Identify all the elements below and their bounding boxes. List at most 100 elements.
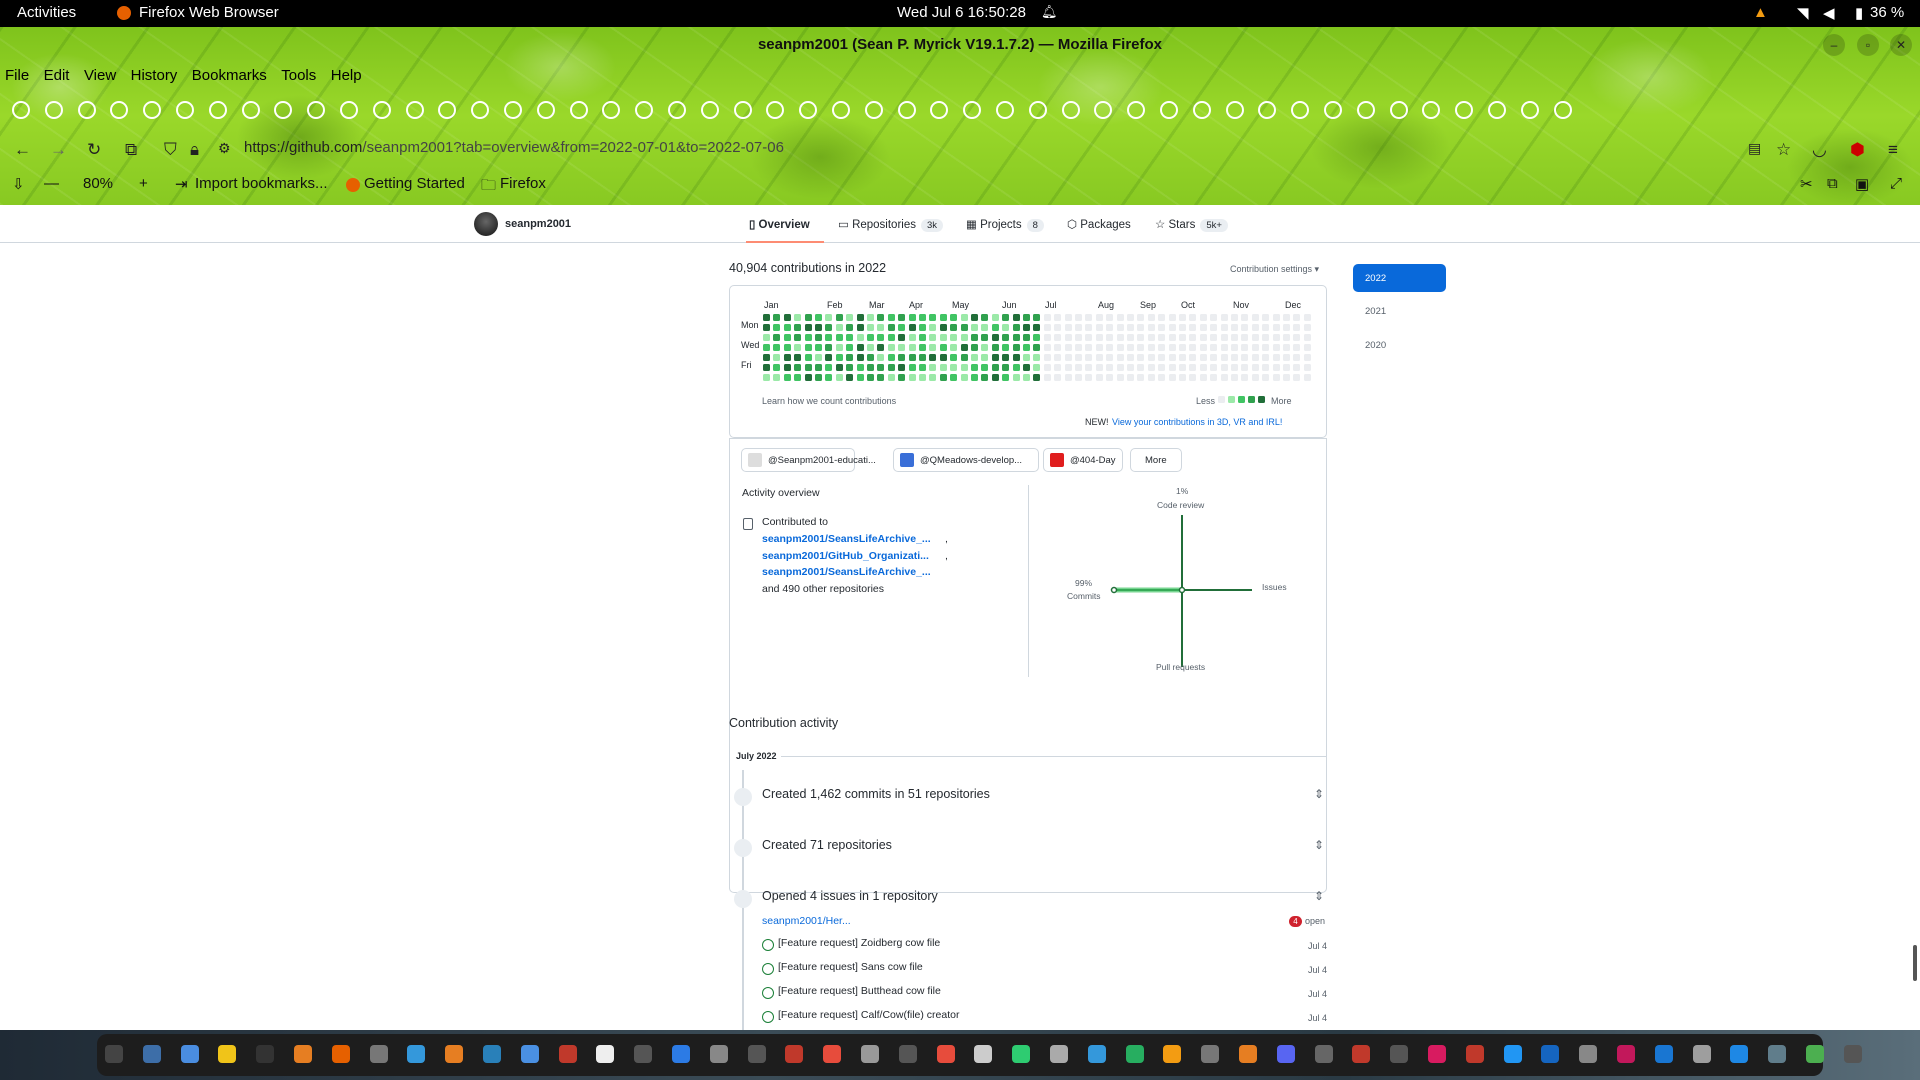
- calendar-day[interactable]: [825, 344, 833, 351]
- calendar-day[interactable]: [1241, 364, 1249, 371]
- calendar-day[interactable]: [1116, 334, 1124, 341]
- dock-app-icon[interactable]: [898, 1045, 917, 1063]
- dock-app-icon[interactable]: [1352, 1045, 1371, 1063]
- calendar-day[interactable]: [1168, 334, 1176, 341]
- calendar-day[interactable]: [929, 354, 937, 361]
- calendar-day[interactable]: [1251, 354, 1259, 361]
- calendar-day[interactable]: [1023, 374, 1030, 381]
- url-bar[interactable]: https://github.com/seanpm2001?tab=overvi…: [244, 139, 784, 156]
- calendar-day[interactable]: [1189, 324, 1197, 331]
- pinned-tab-icon[interactable]: [208, 101, 227, 119]
- dock-app-icon[interactable]: [1730, 1045, 1749, 1063]
- calendar-day[interactable]: [929, 364, 937, 371]
- pinned-tab-icon[interactable]: [1160, 101, 1178, 119]
- calendar-day[interactable]: [1303, 314, 1311, 321]
- calendar-day[interactable]: [1054, 344, 1062, 351]
- calendar-day[interactable]: [1106, 364, 1114, 371]
- calendar-day[interactable]: [1064, 334, 1072, 341]
- menu-view[interactable]: View: [84, 63, 116, 84]
- calendar-day[interactable]: [1106, 354, 1114, 361]
- calendar-day[interactable]: [898, 374, 906, 381]
- calendar-day[interactable]: [1158, 354, 1166, 361]
- calendar-day[interactable]: [1231, 314, 1238, 321]
- calendar-day[interactable]: [1012, 324, 1020, 331]
- calendar-day[interactable]: [1283, 324, 1290, 331]
- calendar-day[interactable]: [908, 344, 916, 351]
- calendar-day[interactable]: [794, 374, 802, 381]
- calendar-day[interactable]: [1303, 364, 1311, 371]
- dock-app-icon[interactable]: [672, 1045, 690, 1063]
- calendar-day[interactable]: [804, 344, 812, 351]
- calendar-day[interactable]: [1241, 374, 1249, 381]
- menu-tools[interactable]: Tools: [281, 63, 316, 84]
- calendar-day[interactable]: [815, 374, 822, 381]
- pinned-tab-icon[interactable]: [340, 101, 358, 119]
- calendar-day[interactable]: [856, 374, 864, 381]
- calendar-day[interactable]: [773, 324, 781, 331]
- calendar-day[interactable]: [1210, 354, 1218, 361]
- calendar-day[interactable]: [1168, 324, 1176, 331]
- dock-app-icon[interactable]: [1579, 1045, 1598, 1063]
- calendar-day[interactable]: [1116, 364, 1124, 371]
- calendar-day[interactable]: [815, 314, 822, 321]
- calendar-day[interactable]: [1012, 344, 1020, 351]
- calendar-day[interactable]: [1137, 354, 1145, 361]
- calendar-day[interactable]: [804, 314, 812, 321]
- back-icon[interactable]: ←: [14, 140, 31, 160]
- calendar-day[interactable]: [1179, 334, 1186, 341]
- calendar-day[interactable]: [991, 374, 999, 381]
- pinned-tab-icon[interactable]: [1389, 101, 1408, 119]
- calendar-day[interactable]: [1012, 334, 1020, 341]
- calendar-day[interactable]: [887, 374, 895, 381]
- calendar-day[interactable]: [1043, 314, 1051, 321]
- calendar-day[interactable]: [950, 374, 958, 381]
- calendar-day[interactable]: [1168, 364, 1176, 371]
- volume-icon[interactable]: ◀︎: [1823, 4, 1835, 22]
- calendar-day[interactable]: [1064, 354, 1072, 361]
- zoom-in-button[interactable]: +: [139, 175, 148, 192]
- calendar-day[interactable]: [971, 314, 978, 321]
- pinned-tab-icon[interactable]: [635, 101, 654, 119]
- calendar-day[interactable]: [825, 324, 833, 331]
- dock-app-icon[interactable]: [596, 1045, 615, 1063]
- calendar-day[interactable]: [939, 374, 947, 381]
- calendar-day[interactable]: [825, 374, 833, 381]
- calendar-day[interactable]: [1168, 344, 1176, 351]
- calendar-day[interactable]: [1085, 314, 1093, 321]
- dock-app-icon[interactable]: [634, 1045, 653, 1063]
- calendar-day[interactable]: [1064, 324, 1072, 331]
- dock-app-icon[interactable]: [520, 1045, 539, 1063]
- issue-item[interactable]: [Feature request] Sans cow file: [778, 961, 923, 973]
- calendar-day[interactable]: [1272, 364, 1280, 371]
- calendar-day[interactable]: [991, 324, 999, 331]
- pinned-tab-icon[interactable]: [864, 101, 883, 119]
- calendar-day[interactable]: [1147, 354, 1155, 361]
- calendar-day[interactable]: [887, 354, 895, 361]
- dock-app-icon[interactable]: [1503, 1045, 1522, 1063]
- calendar-day[interactable]: [981, 344, 989, 351]
- pinned-tab-icon[interactable]: [438, 101, 457, 119]
- calendar-day[interactable]: [1095, 334, 1103, 341]
- calendar-day[interactable]: [1262, 374, 1270, 381]
- calendar-day[interactable]: [773, 344, 781, 351]
- calendar-day[interactable]: [846, 334, 854, 341]
- calendar-day[interactable]: [877, 374, 885, 381]
- dock-app-icon[interactable]: [709, 1045, 728, 1063]
- activity-repositories[interactable]: Created 71 repositories: [762, 838, 892, 852]
- tab-packages[interactable]: ⬡ Packages: [1067, 217, 1131, 231]
- calendar-day[interactable]: [1054, 374, 1062, 381]
- calendar-day[interactable]: [1189, 354, 1197, 361]
- pinned-tab-icon[interactable]: [1028, 101, 1047, 119]
- calendar-day[interactable]: [960, 314, 968, 321]
- calendar-day[interactable]: [950, 354, 958, 361]
- calendar-day[interactable]: [1127, 374, 1134, 381]
- firefox-folder[interactable]: Firefox: [500, 175, 546, 192]
- org-filter-qmeadows[interactable]: @QMeadows-develop...: [893, 448, 1039, 472]
- calendar-day[interactable]: [919, 354, 926, 361]
- calendar-day[interactable]: [825, 334, 833, 341]
- calendar-day[interactable]: [1012, 364, 1020, 371]
- calendar-day[interactable]: [1168, 374, 1176, 381]
- calendar-day[interactable]: [815, 354, 822, 361]
- calendar-day[interactable]: [773, 354, 781, 361]
- calendar-day[interactable]: [960, 354, 968, 361]
